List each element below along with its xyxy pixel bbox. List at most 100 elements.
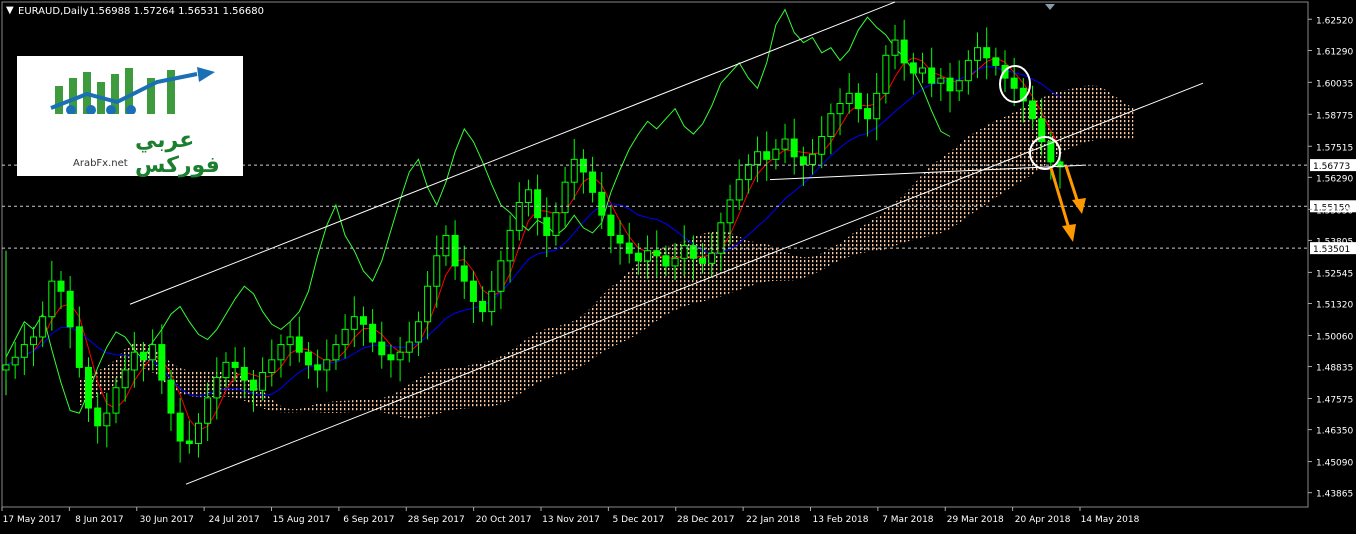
- candle-body: [350, 316, 358, 330]
- candle-body: [286, 336, 294, 346]
- candle-body: [634, 252, 642, 262]
- candle-body: [543, 217, 551, 236]
- y-tick-label: 1.51320: [1316, 300, 1353, 310]
- candle-body: [442, 234, 450, 257]
- candle-body: [479, 300, 487, 313]
- chart-area[interactable]: ▼ EURAUD,Daily 1.56988 1.57264 1.56531 1…: [0, 0, 1356, 530]
- x-tick-label: 20 Oct 2017: [476, 515, 532, 525]
- y-tick-label: 1.46350: [1316, 427, 1353, 437]
- candle-body: [699, 257, 707, 264]
- y-tick-label: 1.52545: [1316, 269, 1353, 279]
- candle-body: [2, 364, 10, 371]
- candle-body: [561, 181, 569, 214]
- candle-body: [589, 171, 597, 193]
- y-tick-label: 1.60035: [1316, 79, 1353, 89]
- candle-body: [424, 285, 432, 323]
- candle-body: [387, 354, 395, 361]
- y-tick-label: 1.55030: [1316, 206, 1353, 216]
- candle-body: [790, 138, 798, 158]
- x-tick-label: 14 May 2018: [1081, 515, 1140, 525]
- x-tick-label: 17 May 2017: [3, 515, 62, 525]
- candle-body: [369, 323, 377, 343]
- candle-body: [176, 412, 184, 442]
- candle-body: [616, 234, 624, 244]
- logo-arabic-text: عربي فوركس: [135, 128, 220, 178]
- candle-body: [149, 344, 157, 361]
- x-tick-label: 29 Mar 2018: [947, 515, 1004, 525]
- candle-body: [204, 397, 212, 424]
- x-tick-label: 8 Jun 2017: [75, 515, 123, 525]
- candle-body: [955, 80, 963, 92]
- candle-body: [121, 369, 129, 389]
- x-tick-label: 13 Nov 2017: [542, 515, 600, 525]
- logo: عربي فوركس ArabFx.net: [17, 56, 243, 178]
- candle-body: [524, 189, 532, 203]
- candle-body: [39, 316, 47, 338]
- ohlc-label: 1.56988 1.57264 1.56531 1.56680: [89, 6, 264, 17]
- candle-body: [222, 361, 230, 379]
- y-tick-label: 1.57515: [1316, 143, 1353, 153]
- y-tick-label: 1.58775: [1316, 111, 1353, 121]
- logo-site-text: ArabFx.net: [73, 158, 128, 169]
- x-tick-label: 6 Sep 2017: [343, 515, 394, 525]
- y-tick-label: 1.61290: [1316, 47, 1353, 57]
- candle-body: [396, 351, 404, 361]
- candle-body: [112, 387, 120, 414]
- candle-body: [194, 422, 202, 445]
- candle-body: [259, 372, 267, 391]
- candle-body: [964, 59, 972, 82]
- candle-body: [433, 255, 441, 287]
- candle-body: [185, 440, 193, 445]
- candle-body: [323, 359, 331, 371]
- candle-body: [763, 151, 771, 160]
- candle-body: [1029, 100, 1037, 120]
- candle-body: [891, 39, 899, 56]
- candle-body: [900, 39, 908, 64]
- candle-body: [341, 328, 349, 346]
- x-tick-label: 24 Jul 2017: [209, 515, 260, 525]
- candle-body: [607, 214, 615, 236]
- x-tick-label: 5 Dec 2017: [612, 515, 664, 525]
- x-tick-label: 22 Jan 2018: [746, 515, 800, 525]
- candle-body: [754, 151, 762, 165]
- y-tick-label: 1.62520: [1316, 16, 1353, 26]
- price-level-label: 1.56773: [1313, 162, 1350, 172]
- candle-body: [103, 412, 111, 427]
- candle-body: [579, 158, 587, 173]
- symbol-label: EURAUD,Daily: [18, 6, 89, 17]
- candle-body: [735, 179, 743, 201]
- candle-body: [662, 255, 670, 267]
- candle-body: [864, 108, 872, 120]
- candle-body: [378, 341, 386, 356]
- candle-body: [94, 407, 102, 427]
- candle-body: [882, 54, 890, 94]
- candle-body: [983, 47, 991, 59]
- candle-body: [359, 316, 367, 325]
- candle-body: [680, 245, 688, 259]
- candle-body: [139, 351, 147, 361]
- candle-body: [488, 290, 496, 313]
- candle-body: [1047, 141, 1055, 163]
- candle-body: [726, 199, 734, 224]
- candle-body: [854, 92, 862, 110]
- candle-body: [836, 103, 844, 115]
- candle-body: [11, 356, 19, 366]
- y-tick-label: 1.48835: [1316, 364, 1353, 374]
- candle-body: [928, 67, 936, 84]
- candle-body: [1010, 77, 1018, 89]
- x-tick-label: 15 Aug 2017: [273, 515, 331, 525]
- candle-body: [689, 245, 697, 259]
- candle-body: [974, 47, 982, 61]
- candle-body: [552, 212, 560, 236]
- candle-body: [332, 344, 340, 361]
- y-tick-label: 1.50060: [1316, 332, 1353, 342]
- candle-body: [845, 92, 853, 105]
- candle-body: [277, 344, 285, 361]
- x-tick-label: 28 Sep 2017: [408, 515, 465, 525]
- candle-body: [937, 77, 945, 84]
- candle-body: [57, 280, 65, 292]
- candle-body: [570, 158, 578, 183]
- candle-body: [48, 280, 56, 318]
- candle-body: [158, 344, 166, 381]
- candle-body: [818, 135, 826, 155]
